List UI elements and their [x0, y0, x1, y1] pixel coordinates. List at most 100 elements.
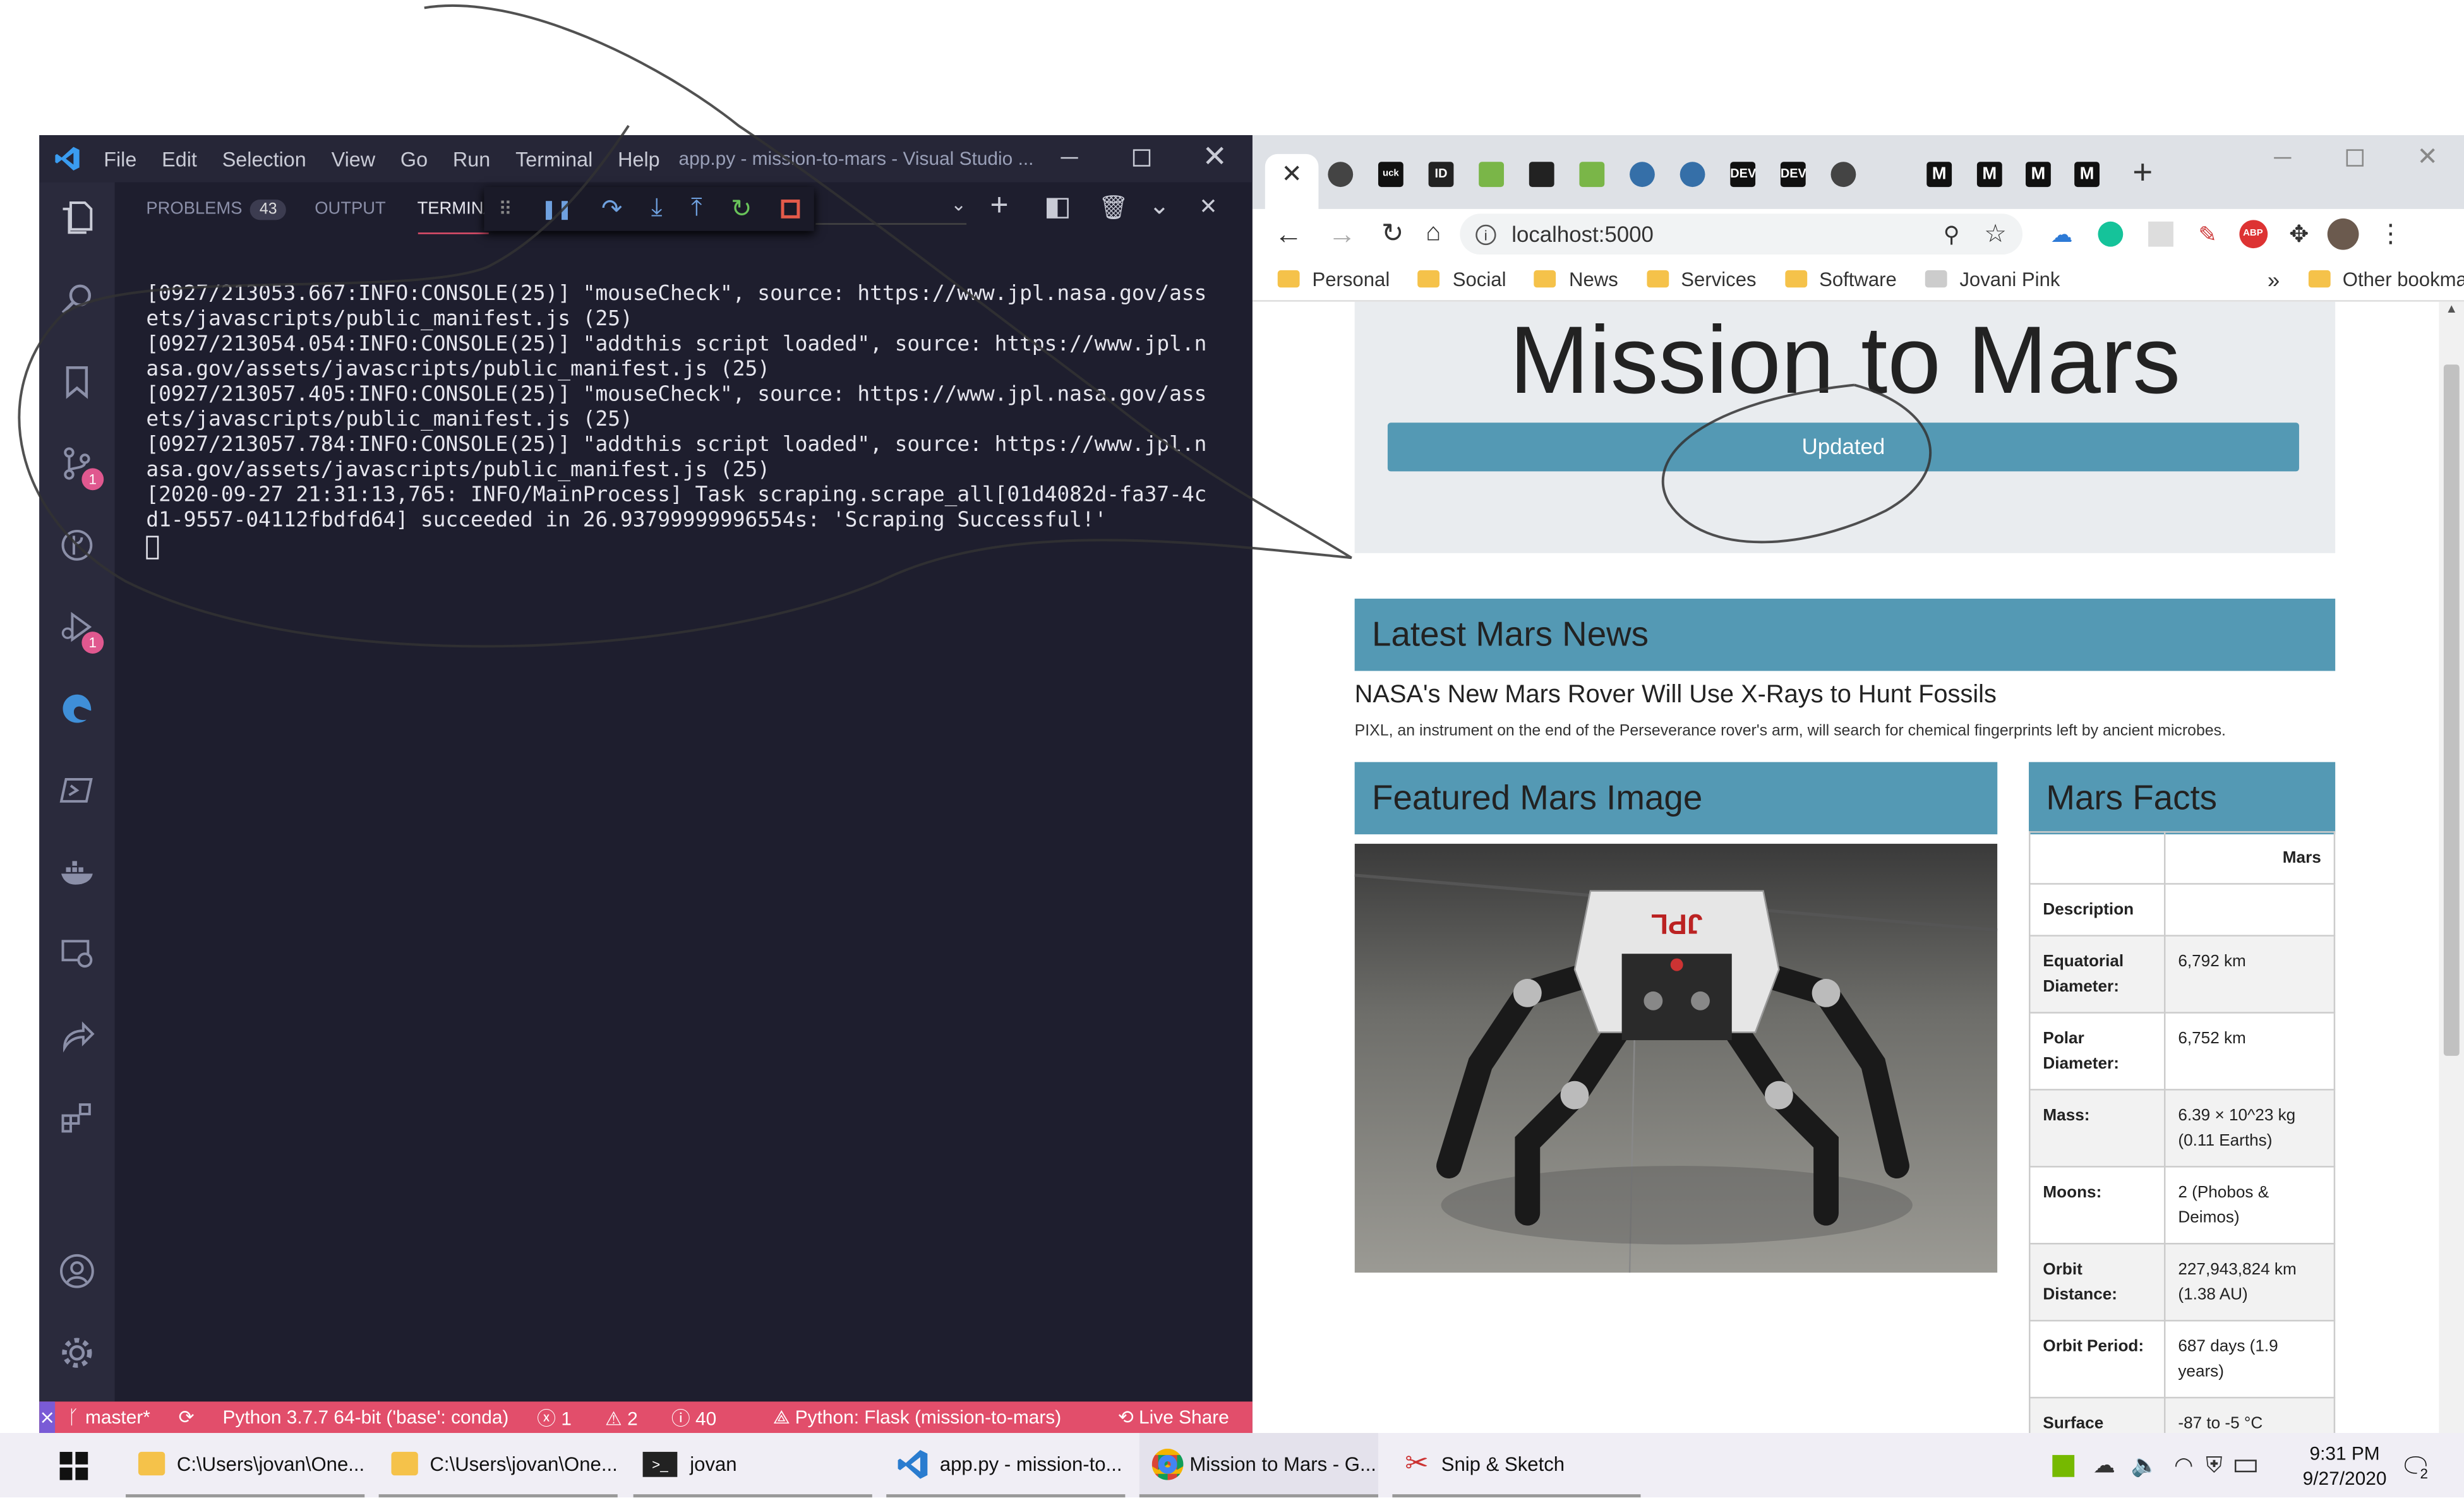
featured-mars-image[interactable]: JPL	[1354, 844, 1998, 1273]
color-ext-icon[interactable]: ✎	[2199, 221, 2217, 248]
updated-button[interactable]: Updated	[1387, 422, 2299, 472]
terminal-select-dropdown[interactable]: ⌄	[815, 193, 967, 225]
debug-config[interactable]: ⟁ Python: Flask (mission-to-mars)	[773, 1406, 1090, 1429]
close-window-icon[interactable]: ✕	[2417, 141, 2438, 173]
extensions-icon[interactable]	[57, 1097, 98, 1138]
step-out-icon[interactable]: ⤒	[691, 195, 702, 224]
medium-tab-icon[interactable]: M	[2074, 162, 2100, 188]
menu-file[interactable]: File	[104, 147, 136, 171]
bookmark-news[interactable]: News	[1534, 268, 1618, 291]
clock[interactable]: 9:31 PM 9/27/2020	[2282, 1441, 2408, 1491]
terminal-output[interactable]: [0927/213053.667:INFO:CONSOLE(25)] "mous…	[146, 258, 1230, 609]
profile-avatar[interactable]	[2328, 218, 2360, 250]
menu-edit[interactable]: Edit	[162, 147, 197, 171]
maximize-icon[interactable]	[1133, 149, 1151, 167]
bookmark-personal[interactable]: Personal	[1277, 268, 1390, 291]
tab-icon[interactable]	[1579, 162, 1605, 188]
medium-tab-icon[interactable]: M	[1976, 162, 2002, 188]
news-title[interactable]: NASA's New Mars Rover Will Use X-Rays to…	[1355, 682, 1997, 710]
taskbar-terminal[interactable]: >_ jovan	[633, 1433, 872, 1498]
stop-icon[interactable]	[781, 199, 800, 219]
tab-icon[interactable]: uck	[1378, 162, 1403, 188]
taskbar-chrome[interactable]: Mission to Mars - G...	[1139, 1433, 1378, 1498]
source-control-icon[interactable]: 1	[57, 443, 104, 491]
split-terminal-icon[interactable]	[1047, 198, 1069, 219]
menu-terminal[interactable]: Terminal	[515, 147, 592, 171]
drag-handle-icon[interactable]: ⠿	[498, 198, 512, 220]
remote-indicator[interactable]: ⨯	[39, 1401, 56, 1434]
dev-tab-icon[interactable]: DEV	[1730, 162, 1756, 188]
taskbar-explorer-1[interactable]: C:\Users\jovan\One...	[126, 1433, 365, 1498]
page-scrollbar[interactable]: ▲	[2439, 301, 2464, 1434]
edge-icon[interactable]	[57, 688, 98, 729]
bookmarks-overflow-icon[interactable]: »	[2268, 267, 2280, 292]
tab-icon[interactable]	[1529, 162, 1554, 188]
restart-icon[interactable]: ↻	[731, 193, 752, 225]
python-interpreter[interactable]: Python 3.7.7 64-bit ('base': conda)	[222, 1406, 508, 1429]
menu-selection[interactable]: Selection	[222, 147, 306, 171]
address-bar[interactable]: i localhost:5000 ⚲ ☆	[1460, 213, 2022, 255]
start-button[interactable]	[59, 1433, 88, 1497]
tab-terminal[interactable]: TERMIN/	[417, 184, 489, 234]
scroll-up-icon[interactable]: ▲	[2439, 302, 2464, 316]
tab-output[interactable]: OUTPUT	[315, 200, 386, 219]
bookmark-services[interactable]: Services	[1646, 268, 1757, 291]
close-tab-icon[interactable]: ✕	[1281, 162, 1302, 188]
bookmark-software[interactable]: Software	[1784, 268, 1897, 291]
back-icon[interactable]: ←	[1275, 218, 1303, 251]
grammarly-ext-icon[interactable]	[2098, 221, 2124, 247]
menu-help[interactable]: Help	[618, 147, 660, 171]
maximize-icon[interactable]	[2346, 149, 2364, 167]
chevron-down-icon[interactable]: ⌄	[1149, 190, 1170, 222]
close-icon[interactable]: ✕	[1202, 140, 1227, 176]
tab-problems[interactable]: PROBLEMS	[146, 200, 242, 219]
taskbar-vscode[interactable]: app.py - mission-to...	[886, 1433, 1126, 1498]
reload-icon[interactable]: ↻	[1381, 219, 1403, 250]
medium-tab-icon[interactable]: M	[1926, 162, 1952, 188]
dev-tab-icon[interactable]: DEV	[1780, 162, 1806, 188]
new-terminal-icon[interactable]: +	[990, 189, 1008, 225]
forward-icon[interactable]: →	[1328, 218, 1356, 251]
wifi-icon[interactable]: ◠	[2174, 1452, 2193, 1478]
battery-icon[interactable]	[2235, 1459, 2257, 1472]
medium-tab-icon[interactable]: M	[2026, 162, 2051, 188]
close-panel-icon[interactable]: ✕	[1199, 193, 1217, 220]
powershell-icon[interactable]	[57, 770, 98, 811]
nvidia-icon[interactable]	[2052, 1454, 2075, 1477]
taskbar-snip-sketch[interactable]: ✂ Snip & Sketch	[1392, 1433, 1641, 1498]
scroll-thumb[interactable]	[2443, 364, 2460, 1056]
menu-run[interactable]: Run	[453, 147, 490, 171]
active-tab[interactable]: ✕	[1265, 153, 1319, 214]
step-into-icon[interactable]: ⤓	[651, 195, 663, 224]
extensions-puzzle-icon[interactable]: ✥	[2289, 220, 2309, 248]
bookmark-icon[interactable]	[57, 361, 98, 402]
onedrive-ext-icon[interactable]: ☁	[2051, 221, 2073, 248]
minimize-icon[interactable]	[1061, 157, 1078, 159]
branch-name[interactable]: master*	[85, 1406, 150, 1429]
search-icon[interactable]	[57, 280, 98, 321]
onedrive-icon[interactable]: ☁	[2093, 1452, 2115, 1478]
home-icon[interactable]: ⌂	[1426, 220, 1441, 248]
remote-explorer-icon[interactable]	[57, 933, 98, 974]
minimize-icon[interactable]	[2274, 157, 2292, 159]
menu-go[interactable]: Go	[400, 147, 428, 171]
bookmark-jovani-pink[interactable]: Jovani Pink	[1925, 268, 2060, 291]
star-icon[interactable]: ☆	[1984, 219, 2007, 250]
step-over-icon[interactable]: ↷	[601, 193, 622, 225]
zoom-icon[interactable]: ⚲	[1944, 221, 1960, 248]
tab-icon[interactable]: ID	[1428, 162, 1454, 188]
volume-icon[interactable]: 🔈	[2131, 1452, 2158, 1478]
live-share-status[interactable]: ⟲ Live Share	[1118, 1406, 1253, 1429]
sync-icon[interactable]: ⟳	[179, 1406, 195, 1429]
defender-icon[interactable]: ⛨	[2206, 1452, 2222, 1478]
info-icon[interactable]: i	[1475, 224, 1496, 244]
new-tab-button[interactable]: +	[2132, 152, 2153, 193]
settings-gear-icon[interactable]	[57, 1333, 98, 1374]
live-share-icon[interactable]	[57, 1015, 98, 1056]
run-debug-icon[interactable]: 1	[57, 606, 104, 654]
url-text[interactable]: localhost:5000	[1511, 222, 1654, 247]
git-graph-icon[interactable]	[57, 525, 98, 566]
problems-status[interactable]: ⓧ 1 ⚠ 2 ⓘ 40	[537, 1404, 745, 1430]
github-tab-icon[interactable]	[1328, 162, 1354, 188]
taskbar-explorer-2[interactable]: C:\Users\jovan\One...	[378, 1433, 618, 1498]
